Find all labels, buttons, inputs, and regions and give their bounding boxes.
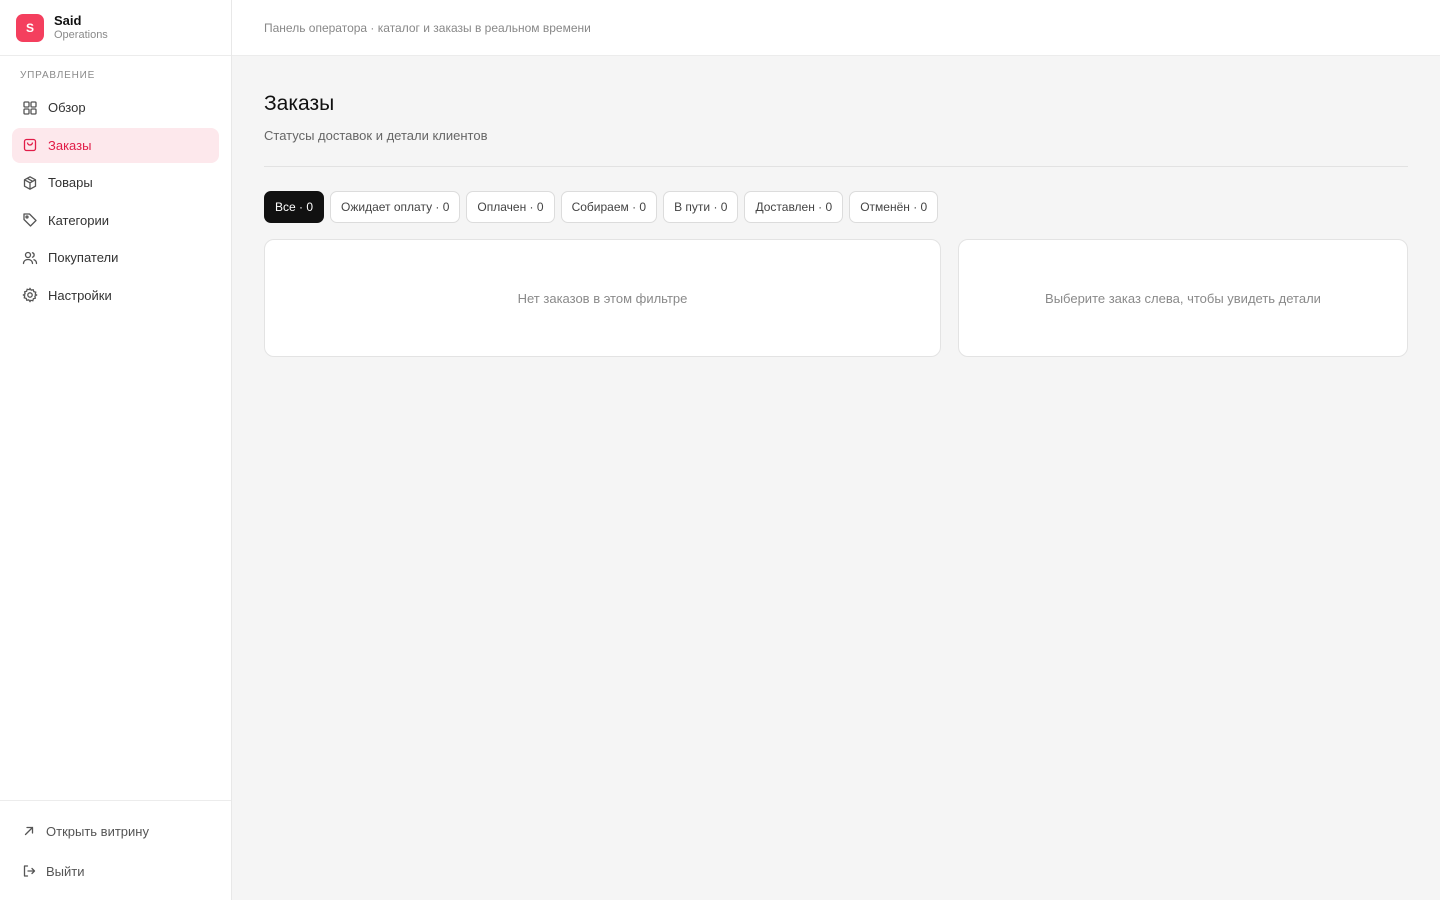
logout-icon bbox=[22, 864, 36, 878]
topbar-caption: Панель оператора · каталог и заказы в ре… bbox=[264, 20, 591, 35]
filter-paid[interactable]: Оплачен · 0 bbox=[466, 191, 555, 223]
page-subtitle: Статусы доставок и детали клиентов bbox=[264, 128, 488, 143]
filter-awaiting-payment[interactable]: Ожидает оплату · 0 bbox=[330, 191, 461, 223]
sidebar-item-customers[interactable]: Покупатели bbox=[12, 240, 219, 275]
sidebar-item-label: Обзор bbox=[48, 100, 86, 115]
sidebar-item-orders[interactable]: Заказы bbox=[12, 127, 219, 163]
panels: Нет заказов в этом фильтре Выберите зака… bbox=[264, 239, 1408, 357]
arrow-up-right-icon bbox=[22, 824, 36, 838]
page-title: Заказы bbox=[264, 92, 335, 115]
grid-icon bbox=[22, 100, 38, 116]
sidebar-section-label: УПРАВЛЕНИЕ bbox=[20, 70, 96, 81]
brand-name: Said bbox=[54, 13, 82, 29]
brand-text: Said Operations bbox=[54, 13, 108, 42]
logout-label: Выйти bbox=[46, 863, 85, 879]
shopping-bag-icon bbox=[22, 137, 38, 153]
divider bbox=[264, 166, 1408, 167]
sidebar-item-overview[interactable]: Обзор bbox=[12, 90, 219, 125]
filter-all[interactable]: Все · 0 bbox=[264, 191, 325, 223]
tag-icon bbox=[22, 212, 38, 228]
sidebar-item-settings[interactable]: Настройки bbox=[12, 278, 219, 313]
users-icon bbox=[22, 250, 38, 266]
orders-empty-message: Нет заказов в этом фильтре bbox=[517, 290, 688, 306]
open-store-label: Открыть витрину bbox=[46, 823, 149, 839]
brand-logo: S bbox=[16, 13, 44, 42]
gear-icon bbox=[22, 287, 38, 303]
main-content: Заказы Статусы доставок и детали клиенто… bbox=[264, 56, 1408, 357]
sidebar-item-label: Товары bbox=[48, 175, 93, 190]
filter-delivered[interactable]: Доставлен · 0 bbox=[744, 191, 844, 223]
status-filters: Все · 0 Ожидает оплату · 0 Оплачен · 0 С… bbox=[264, 191, 1408, 223]
brand[interactable]: S Said Operations bbox=[0, 0, 231, 56]
sidebar-nav: Обзор Заказы Товары Категории Покупатели bbox=[0, 90, 231, 313]
brand-subtitle: Operations bbox=[54, 28, 108, 41]
box-icon bbox=[22, 175, 38, 191]
filter-cancelled[interactable]: Отменён · 0 bbox=[849, 191, 939, 223]
sidebar-item-label: Покупатели bbox=[48, 250, 119, 265]
sidebar-item-label: Настройки bbox=[48, 287, 112, 303]
open-store-link[interactable]: Открыть витрину bbox=[12, 811, 219, 851]
filter-in-transit[interactable]: В пути · 0 bbox=[663, 191, 739, 223]
sidebar: S Said Operations УПРАВЛЕНИЕ Обзор Заказ… bbox=[0, 0, 232, 900]
sidebar-item-label: Заказы bbox=[48, 137, 92, 153]
sidebar-item-label: Категории bbox=[48, 212, 109, 228]
topbar: Панель оператора · каталог и заказы в ре… bbox=[232, 0, 1440, 56]
details-empty-message: Выберите заказ слева, чтобы увидеть дета… bbox=[1045, 290, 1321, 306]
order-details-panel: Выберите заказ слева, чтобы увидеть дета… bbox=[958, 239, 1408, 357]
logout-button[interactable]: Выйти bbox=[12, 851, 219, 891]
sidebar-item-categories[interactable]: Категории bbox=[12, 203, 219, 238]
sidebar-item-products[interactable]: Товары bbox=[12, 165, 219, 200]
orders-list-panel: Нет заказов в этом фильтре bbox=[264, 239, 941, 357]
sidebar-footer: Открыть витрину Выйти bbox=[0, 800, 231, 900]
filter-assembling[interactable]: Собираем · 0 bbox=[560, 191, 658, 223]
